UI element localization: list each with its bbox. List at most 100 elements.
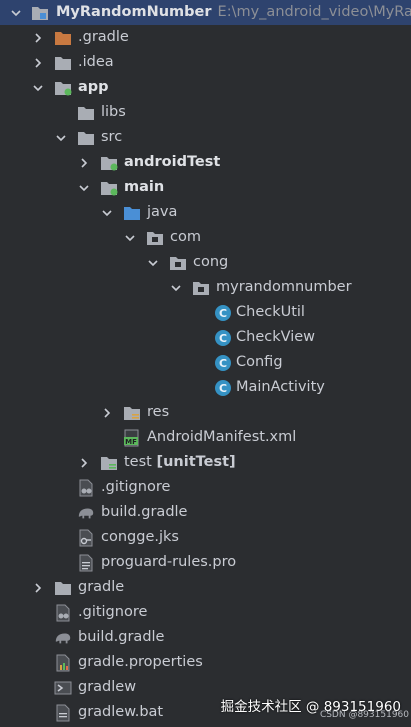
tree-row-src[interactable]: src — [0, 125, 411, 150]
svg-text:C: C — [219, 332, 227, 345]
tree-label: gradle — [78, 579, 125, 595]
properties-file-icon — [54, 650, 72, 675]
tree-row-myrandomnumber[interactable]: myrandomnumber — [0, 275, 411, 300]
chevron-right-icon[interactable] — [32, 575, 44, 600]
test-folder-icon — [100, 450, 118, 475]
tree-label: gradlew — [78, 679, 137, 695]
project-path: E:\my_android_video\MyRa — [217, 4, 411, 20]
tree-label-test: test — [124, 454, 152, 470]
csdn-watermark: CSDN @893151960 — [319, 710, 409, 720]
chevron-down-icon[interactable] — [101, 200, 113, 225]
chevron-right-icon[interactable] — [101, 400, 113, 425]
tree-label: congge.jks — [101, 529, 179, 545]
tree-label: build.gradle — [101, 504, 188, 520]
gitignore-file-icon — [54, 600, 72, 625]
tree-row-app-gitignore[interactable]: .gitignore — [0, 475, 411, 500]
tree-row-config[interactable]: C Config — [0, 350, 411, 375]
tree-row-project[interactable]: MyRandomNumber E:\my_android_video\MyRa — [0, 0, 411, 25]
package-icon — [192, 275, 210, 300]
chevron-down-icon[interactable] — [124, 225, 136, 250]
chevron-right-icon[interactable] — [78, 450, 90, 475]
tree-label: myrandomnumber — [216, 279, 352, 295]
tree-row-congge-jks[interactable]: congge.jks — [0, 525, 411, 550]
tree-row-main-activity[interactable]: C MainActivity — [0, 375, 411, 400]
tree-row-java[interactable]: java — [0, 200, 411, 225]
tree-row-check-util[interactable]: C CheckUtil — [0, 300, 411, 325]
source-set-folder-icon — [100, 175, 118, 200]
tree-label: java — [147, 204, 178, 220]
tree-label: app — [78, 79, 109, 95]
tree-label: AndroidManifest.xml — [147, 429, 297, 445]
tree-label: res — [147, 404, 170, 420]
text-file-icon — [77, 550, 95, 575]
resources-folder-icon — [123, 400, 141, 425]
java-class-icon: C — [214, 300, 232, 325]
tree-label: .gitignore — [78, 604, 148, 620]
tree-label: com — [170, 229, 201, 245]
batch-file-icon — [54, 700, 72, 725]
chevron-down-icon[interactable] — [32, 75, 44, 100]
tree-row-root-gitignore[interactable]: .gitignore — [0, 600, 411, 625]
chevron-right-icon[interactable] — [32, 50, 44, 75]
gradle-elephant-icon — [54, 625, 72, 650]
tree-row-gradle-properties[interactable]: gradle.properties — [0, 650, 411, 675]
tree-row-libs[interactable]: libs — [0, 100, 411, 125]
tree-label: build.gradle — [78, 629, 165, 645]
package-icon — [146, 225, 164, 250]
tree-row-gradle-folder[interactable]: gradle — [0, 575, 411, 600]
tree-label: .idea — [78, 54, 114, 70]
tree-label: proguard-rules.pro — [101, 554, 237, 570]
java-class-icon: C — [214, 350, 232, 375]
tree-label: CheckView — [236, 329, 316, 345]
package-icon — [169, 250, 187, 275]
chevron-down-icon[interactable] — [10, 0, 22, 25]
tree-row-app[interactable]: app — [0, 75, 411, 100]
manifest-file-icon: MF — [123, 425, 141, 450]
tree-row-manifest[interactable]: MF AndroidManifest.xml — [0, 425, 411, 450]
tree-row-app-build-gradle[interactable]: build.gradle — [0, 500, 411, 525]
project-folder-icon — [31, 0, 49, 25]
tree-label: gradlew.bat — [78, 704, 164, 720]
tree-row-root-build-gradle[interactable]: build.gradle — [0, 625, 411, 650]
tree-label: test [unitTest] — [124, 450, 236, 475]
chevron-down-icon[interactable] — [55, 125, 67, 150]
tree-row-proguard[interactable]: proguard-rules.pro — [0, 550, 411, 575]
test-folder-icon — [100, 150, 118, 175]
key-file-icon — [77, 525, 95, 550]
svg-text:C: C — [219, 357, 227, 370]
tree-row-cong[interactable]: cong — [0, 250, 411, 275]
unit-test-tag: [unitTest] — [156, 454, 236, 470]
tree-label: gradle.properties — [78, 654, 203, 670]
tree-row-res[interactable]: res — [0, 400, 411, 425]
folder-icon — [77, 100, 95, 125]
chevron-down-icon[interactable] — [170, 275, 182, 300]
tree-label: androidTest — [124, 154, 221, 170]
chevron-right-icon[interactable] — [32, 25, 44, 50]
folder-icon — [54, 50, 72, 75]
gitignore-file-icon — [77, 475, 95, 500]
tree-label: Config — [236, 354, 283, 370]
tree-row-check-view[interactable]: C CheckView — [0, 325, 411, 350]
java-class-icon: C — [214, 325, 232, 350]
tree-row-idea[interactable]: .idea — [0, 50, 411, 75]
folder-icon — [77, 125, 95, 150]
tree-row-main[interactable]: main — [0, 175, 411, 200]
chevron-down-icon[interactable] — [147, 250, 159, 275]
tree-row-android-test[interactable]: androidTest — [0, 150, 411, 175]
chevron-down-icon[interactable] — [78, 175, 90, 200]
tree-label: MainActivity — [236, 379, 325, 395]
tree-label: CheckUtil — [236, 304, 305, 320]
chevron-right-icon[interactable] — [78, 150, 90, 175]
folder-icon — [54, 575, 72, 600]
tree-label: cong — [193, 254, 229, 270]
tree-row-gradle-dir[interactable]: .gradle — [0, 25, 411, 50]
svg-text:C: C — [219, 382, 227, 395]
source-root-folder-icon — [123, 200, 141, 225]
tree-label: libs — [101, 104, 126, 120]
java-class-icon: C — [214, 375, 232, 400]
module-folder-icon — [54, 75, 72, 100]
tree-row-com[interactable]: com — [0, 225, 411, 250]
project-name: MyRandomNumber E:\my_android_video\MyRa — [56, 4, 411, 20]
tree-row-test[interactable]: test [unitTest] — [0, 450, 411, 475]
tree-label: main — [124, 179, 165, 195]
